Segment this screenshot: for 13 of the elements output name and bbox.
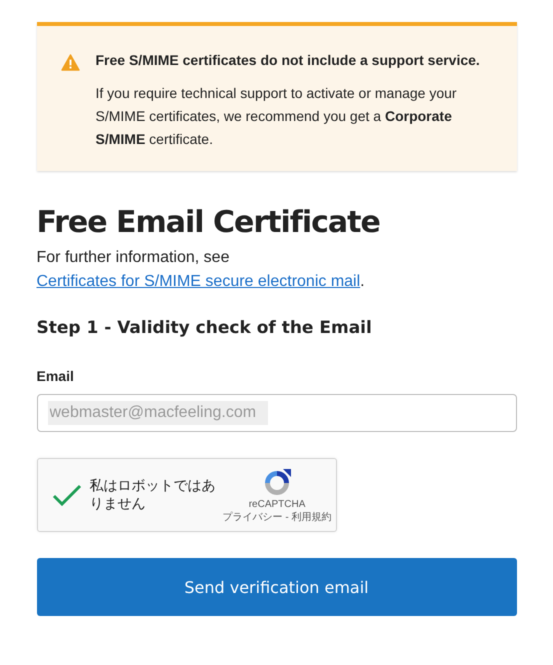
certificates-link[interactable]: Certificates for S/MIME secure electronic mail bbox=[36, 273, 360, 290]
privacy-terms-links[interactable]: プライバシー - 利用規約 bbox=[222, 510, 332, 524]
recaptcha-brand: reCAPTCHA bbox=[248, 498, 306, 510]
page-title: Free Email Certificate bbox=[36, 205, 381, 240]
send-verification-button[interactable]: Send verification email bbox=[36, 558, 516, 616]
captcha-label: 私はロボットではありません bbox=[90, 477, 216, 513]
notice-title: Free S/MIME certificates do not include a support service. bbox=[96, 52, 481, 68]
notice-text: If you require technical support to activate or manage your S/MIME certificates, we recommend you get a Corporate S/MIME certificate. bbox=[96, 84, 458, 149]
email-label: Email bbox=[36, 368, 75, 384]
warning-icon bbox=[60, 54, 80, 71]
intro-text: For further information, see Certificates for S/MIME secure electronic mail. bbox=[36, 248, 366, 292]
step-heading: Step 1 - Validity check of the Email bbox=[36, 318, 373, 338]
checkmark-icon[interactable] bbox=[52, 483, 82, 507]
